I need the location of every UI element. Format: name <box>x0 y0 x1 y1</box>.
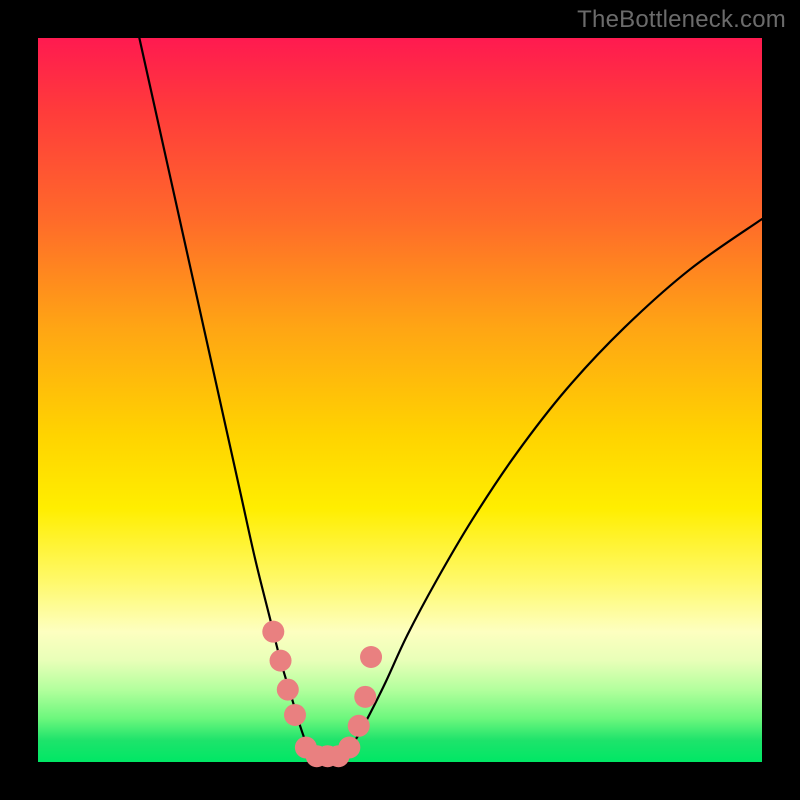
chart-frame: TheBottleneck.com <box>0 0 800 800</box>
curve-marker <box>270 650 292 672</box>
curve-marker <box>348 715 370 737</box>
watermark-text: TheBottleneck.com <box>577 6 786 34</box>
curve-marker <box>360 646 382 668</box>
curve-marker <box>284 704 306 726</box>
curve-segment <box>342 219 762 758</box>
bottleneck-curve <box>139 38 762 758</box>
chart-svg <box>38 38 762 762</box>
curve-markers <box>262 621 382 768</box>
curve-segment <box>139 38 313 758</box>
curve-marker <box>262 621 284 643</box>
curve-marker <box>277 679 299 701</box>
curve-marker <box>354 686 376 708</box>
plot-area <box>38 38 762 762</box>
curve-marker <box>338 737 360 759</box>
